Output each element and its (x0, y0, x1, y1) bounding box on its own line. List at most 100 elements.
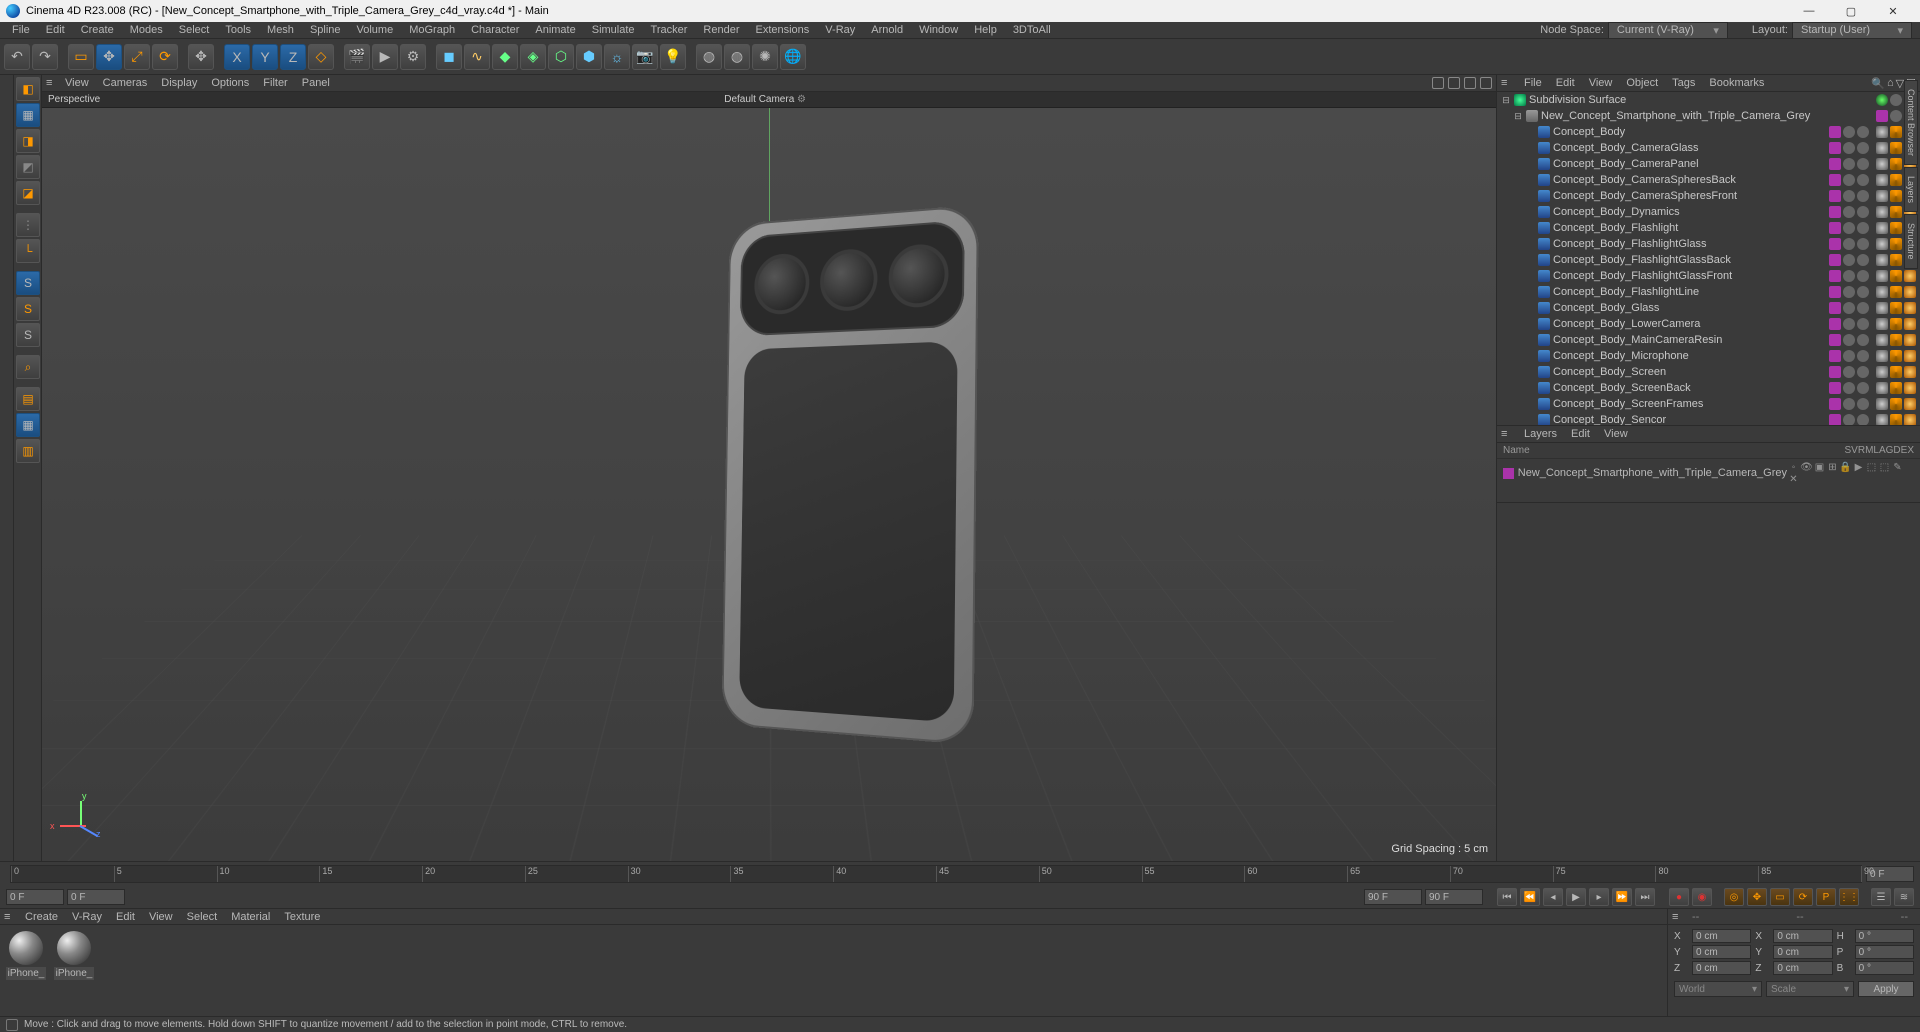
menu-extensions[interactable]: Extensions (747, 24, 817, 36)
snap-3[interactable]: S (16, 323, 40, 347)
vis-render[interactable] (1857, 350, 1869, 362)
menu-character[interactable]: Character (463, 24, 527, 36)
tree-row[interactable]: Concept_Body_CameraPanel (1497, 156, 1920, 172)
vis-render[interactable] (1857, 382, 1869, 394)
vp-nav-toggle-icon[interactable] (1480, 77, 1492, 89)
selection-tag[interactable] (1876, 366, 1888, 378)
phong-tag[interactable] (1890, 238, 1902, 250)
vray-tag[interactable] (1904, 286, 1916, 298)
menu-spline[interactable]: Spline (302, 24, 349, 36)
phong-tag[interactable] (1890, 158, 1902, 170)
vray-tag[interactable] (1904, 366, 1916, 378)
layer-tag[interactable] (1876, 110, 1888, 122)
phong-tag[interactable] (1890, 142, 1902, 154)
add-environment[interactable]: ☼ (604, 44, 630, 70)
points-mode[interactable]: ⋮ (16, 213, 40, 237)
viewport-3d[interactable]: y x z Grid Spacing : 5 cm (42, 108, 1496, 861)
axis-y[interactable]: Y (252, 44, 278, 70)
layer-tag[interactable] (1829, 366, 1841, 378)
move-tool[interactable]: ✥ (96, 44, 122, 70)
mat-menu-create[interactable]: Create (18, 911, 65, 923)
axis-z[interactable]: Z (280, 44, 306, 70)
hamburger-icon[interactable] (1672, 911, 1684, 923)
vp-nav-zoom-icon[interactable] (1448, 77, 1460, 89)
tree-row[interactable]: Concept_Body_FlashlightLine (1497, 284, 1920, 300)
workplane-2[interactable]: ▦ (16, 413, 40, 437)
vis-editor[interactable] (1843, 254, 1855, 266)
object-tree[interactable]: ⊟Subdivision Surface✕⊟New_Concept_Smartp… (1497, 92, 1920, 426)
key-sel-button[interactable]: ◎ (1724, 888, 1744, 906)
selection-tag[interactable] (1876, 270, 1888, 282)
snap-toggle[interactable]: ⌕ (16, 355, 40, 379)
vray-btn3[interactable]: ✺ (752, 44, 778, 70)
vis-render[interactable] (1857, 158, 1869, 170)
tree-row[interactable]: Concept_Body_LowerCamera (1497, 316, 1920, 332)
menu-help[interactable]: Help (966, 24, 1005, 36)
tree-row[interactable]: Concept_Body_Glass (1497, 300, 1920, 316)
prev-key-button[interactable]: ⏪ (1520, 888, 1540, 906)
window-minimize[interactable]: — (1788, 0, 1830, 22)
layer-tag[interactable] (1829, 334, 1841, 346)
goto-end-button[interactable]: ⏭ (1635, 888, 1655, 906)
layer-tag[interactable] (1829, 174, 1841, 186)
vis-editor[interactable] (1843, 158, 1855, 170)
phong-tag[interactable] (1890, 398, 1902, 410)
vis-render[interactable] (1857, 270, 1869, 282)
selection-tag[interactable] (1876, 126, 1888, 138)
mat-menu-v-ray[interactable]: V-Ray (65, 911, 109, 923)
menu-animate[interactable]: Animate (527, 24, 583, 36)
selection-tag[interactable] (1876, 398, 1888, 410)
tree-row[interactable]: Concept_Body_Screen (1497, 364, 1920, 380)
vp-nav-move-icon[interactable] (1432, 77, 1444, 89)
selection-tag[interactable] (1876, 158, 1888, 170)
phong-tag[interactable] (1890, 302, 1902, 314)
side-tab-content-browser[interactable]: Content Browser (1904, 80, 1918, 165)
mat-menu-edit[interactable]: Edit (109, 911, 142, 923)
obj-menu-object[interactable]: Object (1619, 77, 1665, 89)
add-spline[interactable]: ∿ (464, 44, 490, 70)
add-generator[interactable]: ◆ (492, 44, 518, 70)
timeline-dopesheet-button[interactable]: ☰ (1871, 888, 1891, 906)
next-key-button[interactable]: ⏩ (1612, 888, 1632, 906)
vis-render[interactable] (1857, 254, 1869, 266)
coord-mode-scale[interactable]: Scale▾ (1766, 981, 1854, 997)
selection-tag[interactable] (1876, 350, 1888, 362)
range-end-field[interactable]: 90 F (1364, 889, 1422, 905)
timeline-fcurve-button[interactable]: ≋ (1894, 888, 1914, 906)
hamburger-icon[interactable] (4, 911, 16, 923)
vis-render[interactable] (1857, 222, 1869, 234)
phong-tag[interactable] (1890, 190, 1902, 202)
selection-tag[interactable] (1876, 286, 1888, 298)
selection-tag[interactable] (1876, 190, 1888, 202)
layer-tag[interactable] (1829, 126, 1841, 138)
mat-menu-material[interactable]: Material (224, 911, 277, 923)
tree-row[interactable]: Concept_Body_Sencor (1497, 412, 1920, 426)
menu-window[interactable]: Window (911, 24, 966, 36)
texture-mode[interactable]: ▦ (16, 103, 40, 127)
tree-row[interactable]: Concept_Body_ScreenFrames (1497, 396, 1920, 412)
tree-row[interactable]: Concept_Body_Dynamics (1497, 204, 1920, 220)
filter-icon[interactable]: ▽ (1896, 77, 1904, 90)
render-toggle[interactable] (1890, 94, 1902, 106)
rotate-tool[interactable]: ⟳ (152, 44, 178, 70)
coord-field[interactable]: 0 cm (1773, 929, 1832, 943)
tree-row[interactable]: ⊟Subdivision Surface✕ (1497, 92, 1920, 108)
coord-field[interactable]: 0 cm (1773, 961, 1832, 975)
snap-2[interactable]: S (16, 297, 40, 321)
render-pv[interactable]: ▶ (372, 44, 398, 70)
mat-menu-texture[interactable]: Texture (277, 911, 327, 923)
obj-menu-view[interactable]: View (1582, 77, 1620, 89)
vis-editor[interactable] (1843, 286, 1855, 298)
coord-field[interactable]: 0 cm (1773, 945, 1832, 959)
vray-tag[interactable] (1904, 382, 1916, 394)
play-button[interactable]: ▶ (1566, 888, 1586, 906)
side-tab-structure[interactable]: Structure (1904, 214, 1918, 269)
coord-field[interactable]: 0 ° (1855, 929, 1914, 943)
vray-tag[interactable] (1904, 302, 1916, 314)
vray-btn4[interactable]: 🌐 (780, 44, 806, 70)
add-light[interactable]: 💡 (660, 44, 686, 70)
range-start2-field[interactable]: 0 F (67, 889, 125, 905)
tree-row[interactable]: Concept_Body_CameraGlass (1497, 140, 1920, 156)
phong-tag[interactable] (1890, 414, 1902, 426)
selection-tag[interactable] (1876, 254, 1888, 266)
